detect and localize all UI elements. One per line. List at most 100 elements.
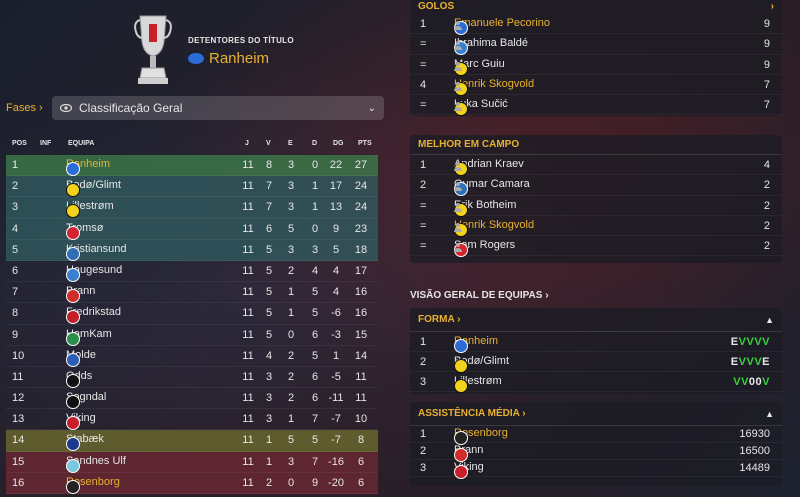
stage-dropdown[interactable]: Classificação Geral ⌄ xyxy=(52,96,384,120)
row-v: 6 xyxy=(265,222,273,235)
goals-list: 1 Emanuele Pecorino 9 = Ibrahima Baldé 9 = Marc… xyxy=(410,14,782,117)
phases-link[interactable]: Fases › xyxy=(6,102,43,114)
form-team-cell[interactable]: Ranheim xyxy=(454,335,498,353)
form-team-cell[interactable]: Lillestrøm xyxy=(454,375,502,393)
attendance-value: 16930 xyxy=(739,428,770,440)
player-cell[interactable]: Emanuele Pecorino xyxy=(454,17,550,35)
form-team-cell[interactable]: Bodø/Glimt xyxy=(454,355,509,373)
row-team[interactable]: Haugesund xyxy=(66,264,122,282)
player-cell[interactable]: Marc Guiu xyxy=(454,58,505,76)
table-row[interactable]: 13 Viking 11 3 1 7 -7 10 xyxy=(6,409,378,431)
row-team[interactable]: Tromsø xyxy=(66,222,103,240)
team-crest-icon xyxy=(66,458,80,473)
col-j[interactable]: J xyxy=(245,140,249,147)
player-cell[interactable]: Erik Botheim xyxy=(454,199,516,217)
table-row[interactable]: 6 Haugesund 11 5 2 4 4 17 xyxy=(6,261,378,283)
best-header[interactable]: MELHOR EM CAMPO xyxy=(410,135,782,155)
player-row[interactable]: = Sam Rogers 2 xyxy=(410,236,782,258)
form-header[interactable]: FORMA › ▲ xyxy=(410,308,782,332)
form-row[interactable]: 3 Lillestrøm VV00V xyxy=(410,372,782,393)
row-team[interactable]: Ranheim xyxy=(66,158,110,176)
row-v: 5 xyxy=(265,243,273,256)
row-pos: 4 xyxy=(12,222,19,235)
table-row[interactable]: 3 Lillestrøm 11 7 3 1 13 24 xyxy=(6,197,378,219)
goals-header[interactable]: GOLOS › xyxy=(410,0,782,14)
player-row[interactable]: = Luka Sučić 7 xyxy=(410,95,782,117)
attendance-rank: 1 xyxy=(420,428,427,440)
player-cell[interactable]: Henrik Skogvold xyxy=(454,78,534,96)
table-row[interactable]: 7 Brann 11 5 1 5 4 16 xyxy=(6,282,378,304)
row-team[interactable]: Rosenborg xyxy=(66,476,120,494)
row-team[interactable]: Odds xyxy=(66,370,92,388)
player-cell[interactable]: Oumar Camara xyxy=(454,178,530,197)
col-pts[interactable]: PTS xyxy=(358,140,372,147)
table-row[interactable]: 4 Tromsø 11 6 5 0 9 23 xyxy=(6,218,378,240)
player-cell[interactable]: Sam Rogers xyxy=(454,239,515,258)
table-row[interactable]: 16 Rosenborg 11 2 0 9 -20 6 xyxy=(6,472,378,494)
row-team[interactable]: Molde xyxy=(66,349,96,367)
table-row[interactable]: 8 Fredrikstad 11 5 1 5 -6 16 xyxy=(6,303,378,325)
player-cell[interactable]: Andrian Kraev xyxy=(454,158,524,176)
row-team[interactable]: Stabæk xyxy=(66,433,104,452)
overview-link[interactable]: VISÃO GERAL DE EQUIPAS › xyxy=(410,290,549,301)
form-row[interactable]: 2 Bodø/Glimt EVVVE xyxy=(410,352,782,373)
row-team[interactable]: Viking xyxy=(66,412,96,431)
table-row[interactable]: 2 Bodø/Glimt 11 7 3 1 17 24 xyxy=(6,176,378,198)
col-inf[interactable]: INF xyxy=(40,140,51,147)
row-team[interactable]: HamKam xyxy=(66,328,112,346)
table-row[interactable]: 14 Stabæk 11 1 5 5 -7 8 xyxy=(6,430,378,452)
team-crest-icon xyxy=(66,373,80,388)
attendance-row[interactable]: 1 Rosenborg 16930 xyxy=(410,426,782,445)
attendance-team-cell[interactable]: Brann xyxy=(454,444,483,462)
collapse-icon[interactable]: ▲ xyxy=(765,315,774,325)
row-team[interactable]: Sandnes Ulf xyxy=(66,455,126,473)
player-row[interactable]: 2 Oumar Camara 2 xyxy=(410,175,782,197)
row-team[interactable]: Fredrikstad xyxy=(66,306,121,325)
table-row[interactable]: 1 Ranheim 11 8 3 0 22 27 xyxy=(6,155,378,177)
player-row[interactable]: = Erik Botheim 2 xyxy=(410,196,782,217)
player-cell[interactable]: Ibrahima Baldé xyxy=(454,37,528,56)
player-row[interactable]: 1 Andrian Kraev 4 xyxy=(410,155,782,176)
table-row[interactable]: 12 Sogndal 11 3 2 6 -11 11 xyxy=(6,388,378,410)
eye-icon xyxy=(60,104,72,112)
holders-team[interactable]: Ranheim xyxy=(188,50,269,67)
dropdown-selected: Classificação Geral xyxy=(79,101,183,115)
attendance-team-cell[interactable]: Rosenborg xyxy=(454,427,508,445)
player-row[interactable]: = Henrik Skogvold 2 xyxy=(410,216,782,237)
row-team[interactable]: Lillestrøm xyxy=(66,200,114,219)
col-team[interactable]: EQUIPA xyxy=(68,140,94,147)
row-team[interactable]: Sogndal xyxy=(66,391,106,410)
player-row[interactable]: = Ibrahima Baldé 9 xyxy=(410,34,782,56)
col-v[interactable]: V xyxy=(266,140,271,147)
player-cell[interactable]: Henrik Skogvold xyxy=(454,219,534,237)
attendance-row[interactable]: 3 Viking 14489 xyxy=(410,460,782,479)
col-d[interactable]: D xyxy=(312,140,317,147)
attendance-row[interactable]: 2 Brann 16500 xyxy=(410,443,782,462)
chevron-right-icon: › xyxy=(770,0,774,12)
player-row[interactable]: 1 Emanuele Pecorino 9 xyxy=(410,14,782,35)
row-team[interactable]: Bodø/Glimt xyxy=(66,179,121,198)
form-row[interactable]: 1 Ranheim EVVVV xyxy=(410,332,782,353)
player-cell[interactable]: Luka Sučić xyxy=(454,98,508,117)
attendance-team-cell[interactable]: Viking xyxy=(454,461,484,479)
col-dg[interactable]: DG xyxy=(333,140,344,147)
chevron-down-icon: ⌄ xyxy=(367,102,376,114)
table-row[interactable]: 15 Sandnes Ulf 11 1 3 7 -16 6 xyxy=(6,451,378,473)
table-row[interactable]: 10 Molde 11 4 2 5 1 14 xyxy=(6,346,378,367)
col-e[interactable]: E xyxy=(288,140,293,147)
table-row[interactable]: 5 Kristiansund 11 5 3 3 5 18 xyxy=(6,239,378,261)
col-pos[interactable]: POS xyxy=(12,140,27,147)
row-pos: 1 xyxy=(12,159,19,171)
attendance-header[interactable]: ASSISTÊNCIA MÉDIA › ▲ xyxy=(410,402,782,426)
row-team[interactable]: Brann xyxy=(66,285,95,304)
holders-label: DETENTORES DO TÍTULO xyxy=(188,36,294,45)
row-pos: 6 xyxy=(12,264,19,277)
row-team[interactable]: Kristiansund xyxy=(66,243,127,261)
player-row[interactable]: = Marc Guiu 9 xyxy=(410,55,782,76)
table-row[interactable]: 11 Odds 11 3 2 6 -5 11 xyxy=(6,367,378,389)
player-row[interactable]: 4 Henrik Skogvold 7 xyxy=(410,75,782,96)
collapse-icon[interactable]: ▲ xyxy=(765,409,774,419)
row-dg: -11 xyxy=(328,392,344,405)
team-crest-icon xyxy=(66,310,80,325)
table-row[interactable]: 9 HamKam 11 5 0 6 -3 15 xyxy=(6,325,378,346)
